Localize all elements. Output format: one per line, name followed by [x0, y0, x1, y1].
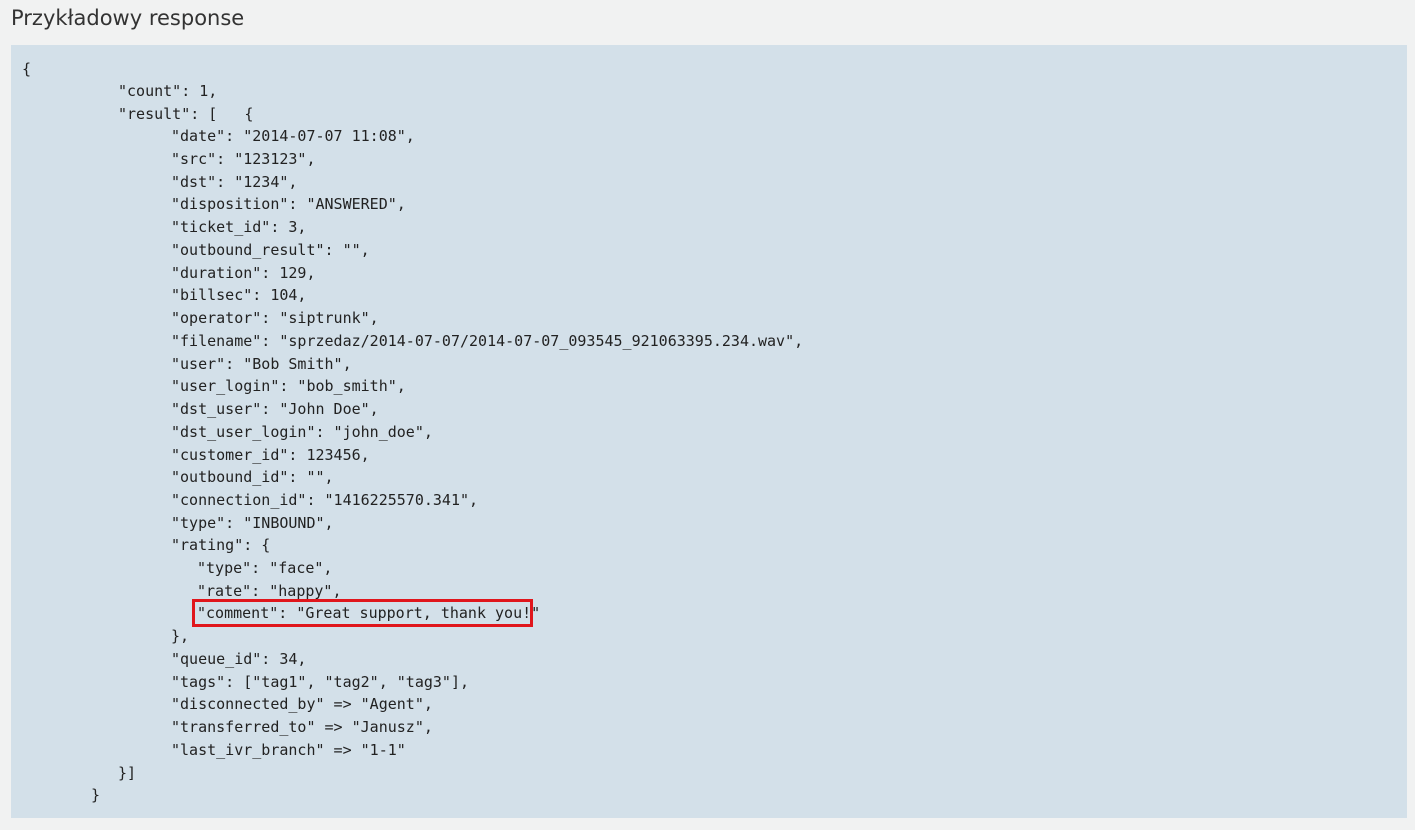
code-line: "count": 1, — [118, 82, 218, 100]
code-line: "type": "face", — [197, 559, 333, 577]
section-title: Przykładowy response — [11, 6, 245, 30]
code-line: "disconnected_by" => "Agent", — [171, 695, 433, 713]
code-line: "dst_user": "John Doe", — [171, 400, 379, 418]
code-line: "ticket_id": 3, — [171, 218, 307, 236]
code-line: { — [22, 60, 32, 78]
code-line: "operator": "siptrunk", — [171, 309, 379, 327]
code-line: } — [91, 786, 101, 804]
code-line: "user_login": "bob_smith", — [171, 377, 406, 395]
code-line: "customer_id": 123456, — [171, 446, 370, 464]
code-line: "rating": { — [171, 536, 271, 554]
code-line: "rate": "happy", — [197, 582, 342, 600]
code-line: "outbound_id": "", — [171, 468, 334, 486]
code-line: "dst": "1234", — [171, 173, 298, 191]
code-line: "type": "INBOUND", — [171, 514, 334, 532]
code-line: "connection_id": "1416225570.341", — [171, 491, 479, 509]
code-line: "outbound_result": "", — [171, 241, 370, 259]
code-line: "queue_id": 34, — [171, 650, 307, 668]
code-line: "filename": "sprzedaz/2014-07-07/2014-07… — [171, 332, 804, 350]
code-line: "result": [ { — [118, 105, 254, 123]
code-example-panel: { "count": 1, "result": [ { "date": "201… — [11, 45, 1407, 818]
code-line: "src": "123123", — [171, 150, 316, 168]
code-line: }] — [118, 764, 137, 782]
code-line: "tags": ["tag1", "tag2", "tag3"], — [171, 673, 470, 691]
code-line: "date": "2014-07-07 11:08", — [171, 127, 415, 145]
code-line: "disposition": "ANSWERED", — [171, 195, 406, 213]
code-line: }, — [171, 627, 190, 645]
code-line: "transferred_to" => "Janusz", — [171, 718, 433, 736]
code-line: "duration": 129, — [171, 264, 316, 282]
code-line: "last_ivr_branch" => "1-1" — [171, 741, 406, 759]
code-line: "dst_user_login": "john_doe", — [171, 423, 433, 441]
code-line: "user": "Bob Smith", — [171, 355, 352, 373]
highlight-box — [192, 599, 533, 627]
code-line: "billsec": 104, — [171, 286, 307, 304]
